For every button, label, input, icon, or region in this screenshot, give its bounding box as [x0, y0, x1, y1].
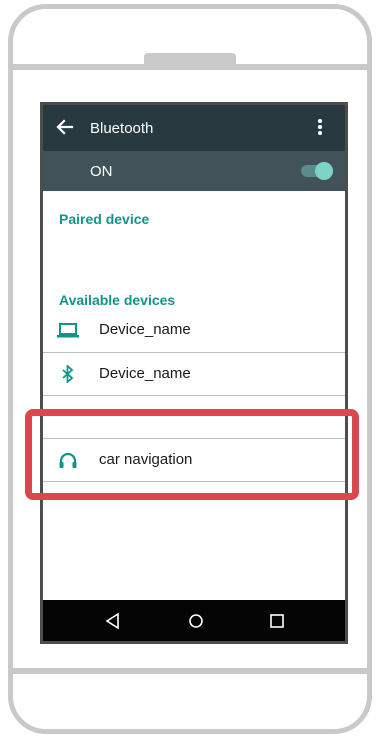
home-circle-icon[interactable]: [186, 611, 206, 631]
bluetooth-toggle-switch[interactable]: [301, 162, 333, 180]
device-row-bluetooth[interactable]: Device_name: [43, 353, 345, 395]
page-title: Bluetooth: [90, 120, 154, 137]
list-divider: [43, 395, 345, 396]
paired-devices-header: Paired device: [59, 211, 150, 227]
phone-bottom-bezel-line: [11, 668, 369, 674]
bluetooth-icon: [62, 365, 74, 383]
overflow-menu-icon[interactable]: [317, 119, 323, 137]
recents-square-icon[interactable]: [267, 611, 287, 631]
bluetooth-toggle-row[interactable]: ON: [43, 151, 345, 191]
laptop-icon: [57, 323, 79, 338]
back-arrow-icon[interactable]: [55, 117, 75, 137]
available-devices-header: Available devices: [59, 292, 176, 308]
phone-screen: Bluetooth ON Paired device Available dev…: [40, 102, 348, 644]
system-nav-bar: [43, 600, 345, 641]
highlight-box: [25, 409, 359, 500]
device-name: Device_name: [99, 365, 191, 382]
app-bar: Bluetooth: [43, 105, 345, 151]
back-triangle-icon[interactable]: [103, 611, 123, 631]
phone-top-bezel-line: [11, 64, 369, 70]
device-row-laptop[interactable]: Device_name: [43, 309, 345, 351]
device-name: Device_name: [99, 321, 191, 338]
bluetooth-state-label: ON: [90, 163, 113, 180]
